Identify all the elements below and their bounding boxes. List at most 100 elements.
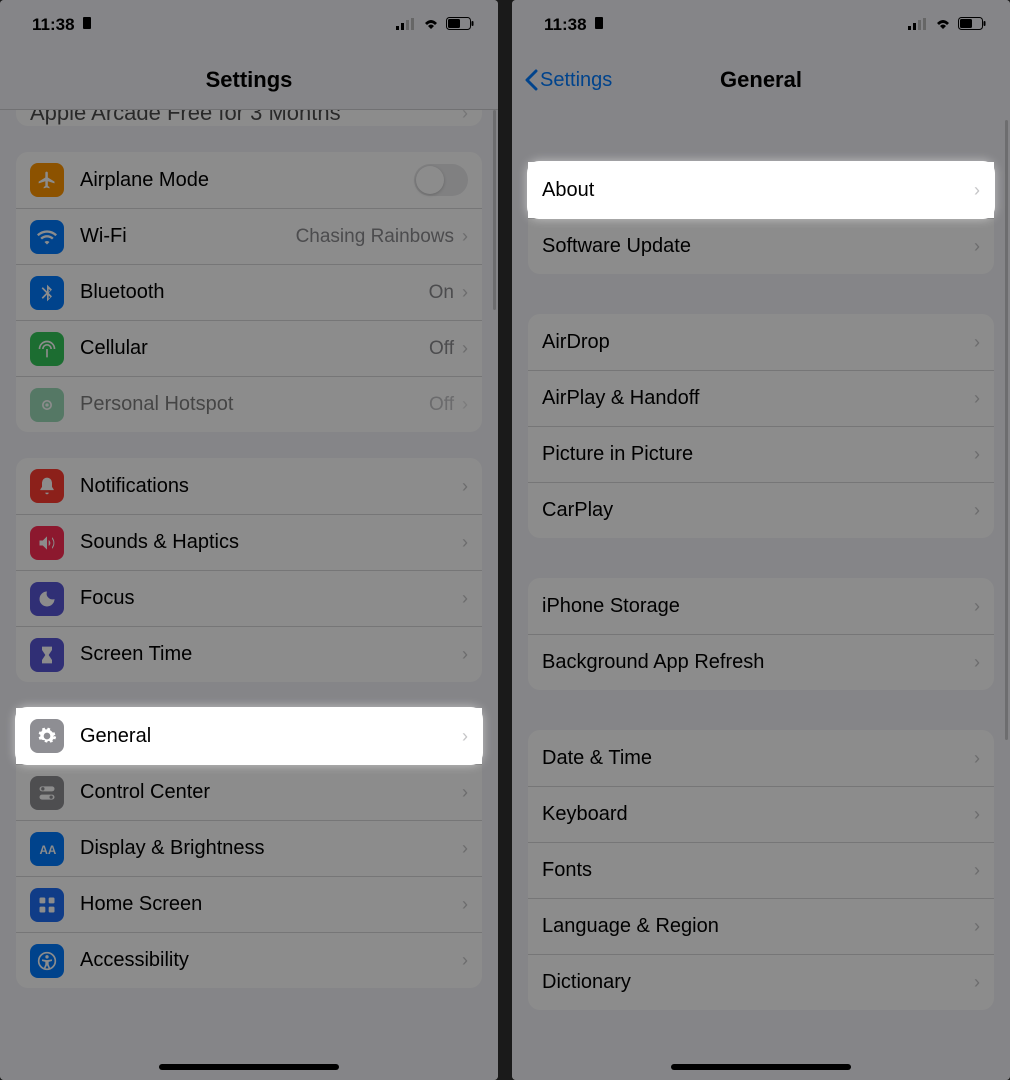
row-label: Background App Refresh xyxy=(542,651,974,674)
toggles-icon xyxy=(30,776,64,810)
airplay-row[interactable]: AirPlay & Handoff › xyxy=(528,370,994,426)
moon-icon xyxy=(30,582,64,616)
cellular-row[interactable]: Cellular Off › xyxy=(16,320,482,376)
dictionary-row[interactable]: Dictionary › xyxy=(528,954,994,1010)
wifi-status-icon xyxy=(422,15,440,35)
chevron-right-icon: › xyxy=(462,394,468,415)
general-row[interactable]: General › xyxy=(16,708,482,764)
battery-icon xyxy=(446,15,474,35)
back-label: Settings xyxy=(540,69,612,92)
row-label: Accessibility xyxy=(80,949,462,972)
bluetooth-row[interactable]: Bluetooth On › xyxy=(16,264,482,320)
chevron-right-icon: › xyxy=(974,388,980,409)
row-label: Personal Hotspot xyxy=(80,393,429,416)
hourglass-icon xyxy=(30,638,64,672)
row-label: Cellular xyxy=(80,337,429,360)
nav-title: General xyxy=(720,67,802,93)
services-group: AirDrop › AirPlay & Handoff › Picture in… xyxy=(528,314,994,538)
connectivity-group: Airplane Mode Wi-Fi Chasing Rainbows › B… xyxy=(16,152,482,432)
chevron-right-icon: › xyxy=(974,500,980,521)
chevron-right-icon: › xyxy=(462,782,468,803)
software-update-row[interactable]: Software Update › xyxy=(528,218,994,274)
wifi-row[interactable]: Wi-Fi Chasing Rainbows › xyxy=(16,208,482,264)
language-row[interactable]: Language & Region › xyxy=(528,898,994,954)
row-label: Fonts xyxy=(542,859,974,882)
accessibility-icon xyxy=(30,944,64,978)
row-label: Language & Region xyxy=(542,915,974,938)
grid-icon xyxy=(30,888,64,922)
promo-group: Apple Arcade Free for 3 Months › xyxy=(16,110,482,126)
speaker-icon xyxy=(30,526,64,560)
home-indicator[interactable] xyxy=(159,1064,339,1070)
chevron-right-icon: › xyxy=(974,596,980,617)
hotspot-row[interactable]: Personal Hotspot Off › xyxy=(16,376,482,432)
row-label: Keyboard xyxy=(542,803,974,826)
nav-title: Settings xyxy=(206,67,293,93)
airplane-mode-row[interactable]: Airplane Mode xyxy=(16,152,482,208)
accessibility-row[interactable]: Accessibility › xyxy=(16,932,482,988)
pip-row[interactable]: Picture in Picture › xyxy=(528,426,994,482)
display-row[interactable]: AA Display & Brightness › xyxy=(16,820,482,876)
screen-time-row[interactable]: Screen Time › xyxy=(16,626,482,682)
signal-icon xyxy=(396,15,416,35)
home-screen-row[interactable]: Home Screen › xyxy=(16,876,482,932)
settings-content[interactable]: Apple Arcade Free for 3 Months › Airplan… xyxy=(0,110,498,1080)
location-icon xyxy=(81,15,93,35)
locale-group: Date & Time › Keyboard › Fonts › Languag… xyxy=(528,730,994,1010)
carplay-row[interactable]: CarPlay › xyxy=(528,482,994,538)
notifications-row[interactable]: Notifications › xyxy=(16,458,482,514)
fonts-row[interactable]: Fonts › xyxy=(528,842,994,898)
status-time: 11:38 xyxy=(544,15,587,35)
about-group: About › Software Update › xyxy=(528,162,994,274)
control-center-row[interactable]: Control Center › xyxy=(16,764,482,820)
settings-screen: 11:38 Settings Apple Arcade Free for 3 M… xyxy=(0,0,498,1080)
row-label: About xyxy=(542,179,974,202)
chevron-right-icon: › xyxy=(974,804,980,825)
battery-icon xyxy=(958,15,986,35)
date-time-row[interactable]: Date & Time › xyxy=(528,730,994,786)
row-label: Display & Brightness xyxy=(80,837,462,860)
refresh-row[interactable]: Background App Refresh › xyxy=(528,634,994,690)
about-row[interactable]: About › xyxy=(528,162,994,218)
chevron-right-icon: › xyxy=(462,588,468,609)
home-indicator[interactable] xyxy=(671,1064,851,1070)
chevron-right-icon: › xyxy=(462,838,468,859)
row-label: Bluetooth xyxy=(80,281,429,304)
scrollbar[interactable] xyxy=(493,110,496,310)
chevron-right-icon: › xyxy=(974,236,980,257)
wifi-status-icon xyxy=(934,15,952,35)
chevron-right-icon: › xyxy=(462,226,468,247)
chevron-right-icon: › xyxy=(462,338,468,359)
airplane-icon xyxy=(30,163,64,197)
scrollbar[interactable] xyxy=(1005,120,1008,740)
row-label: Dictionary xyxy=(542,971,974,994)
location-icon xyxy=(593,15,605,35)
chevron-right-icon: › xyxy=(974,652,980,673)
row-label: Focus xyxy=(80,587,462,610)
text-size-icon: AA xyxy=(30,832,64,866)
bluetooth-icon xyxy=(30,276,64,310)
nav-bar: Settings xyxy=(0,50,498,110)
airplane-toggle[interactable] xyxy=(414,164,468,196)
chevron-right-icon: › xyxy=(462,726,468,747)
nav-bar: Settings General xyxy=(512,50,1010,110)
focus-row[interactable]: Focus › xyxy=(16,570,482,626)
keyboard-row[interactable]: Keyboard › xyxy=(528,786,994,842)
chevron-right-icon: › xyxy=(462,644,468,665)
chevron-right-icon: › xyxy=(462,894,468,915)
bell-icon xyxy=(30,469,64,503)
storage-group: iPhone Storage › Background App Refresh … xyxy=(528,578,994,690)
back-button[interactable]: Settings xyxy=(524,69,612,92)
general-content[interactable]: About › Software Update › AirDrop › AirP… xyxy=(512,110,1010,1080)
row-detail: Chasing Rainbows xyxy=(296,226,454,248)
airdrop-row[interactable]: AirDrop › xyxy=(528,314,994,370)
storage-row[interactable]: iPhone Storage › xyxy=(528,578,994,634)
promo-row[interactable]: Apple Arcade Free for 3 Months › xyxy=(16,110,482,126)
row-label: AirDrop xyxy=(542,331,974,354)
row-label: General xyxy=(80,725,462,748)
sounds-row[interactable]: Sounds & Haptics › xyxy=(16,514,482,570)
chevron-right-icon: › xyxy=(974,180,980,201)
status-bar: 11:38 xyxy=(512,0,1010,50)
system-group: General › Control Center › AA Display & … xyxy=(16,708,482,988)
row-detail: Off xyxy=(429,338,454,360)
